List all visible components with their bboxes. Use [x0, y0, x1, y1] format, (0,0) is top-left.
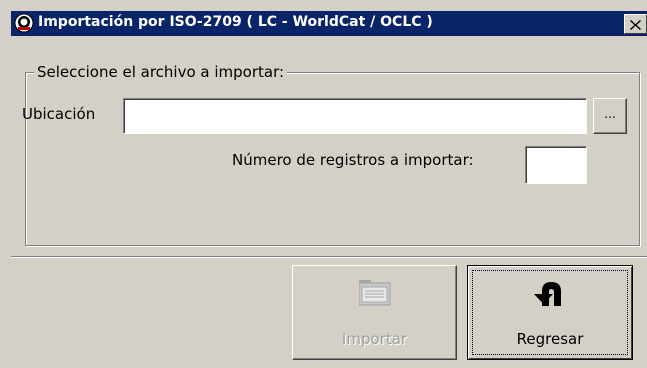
back-button-label: Regresar — [516, 330, 584, 348]
import-button-label: Importar — [341, 330, 408, 348]
record-count-label: Número de registros a importar: — [232, 151, 474, 169]
close-icon — [630, 15, 641, 34]
undo-arrow-icon — [534, 278, 566, 314]
app-logo-icon — [14, 13, 34, 33]
import-document-icon — [358, 280, 391, 310]
close-button[interactable] — [624, 14, 647, 34]
location-label: Ubicación — [22, 105, 96, 123]
browse-button-label: ... — [604, 107, 616, 121]
title-bar[interactable]: Importación por ISO-2709 ( LC - WorldCat… — [11, 11, 647, 36]
import-button[interactable]: Importar — [292, 265, 457, 360]
separator-line — [11, 256, 647, 258]
back-button[interactable]: Regresar — [467, 265, 633, 360]
location-input[interactable] — [124, 99, 586, 133]
record-count-field-frame[interactable] — [525, 146, 587, 184]
window-title: Importación por ISO-2709 ( LC - WorldCat… — [38, 14, 433, 30]
browse-button[interactable]: ... — [593, 98, 627, 134]
record-count-input[interactable] — [526, 147, 586, 183]
dialog-window: Importación por ISO-2709 ( LC - WorldCat… — [0, 0, 647, 368]
location-field-frame[interactable] — [123, 98, 587, 134]
group-legend: Seleccione el archivo a importar: — [34, 63, 288, 81]
